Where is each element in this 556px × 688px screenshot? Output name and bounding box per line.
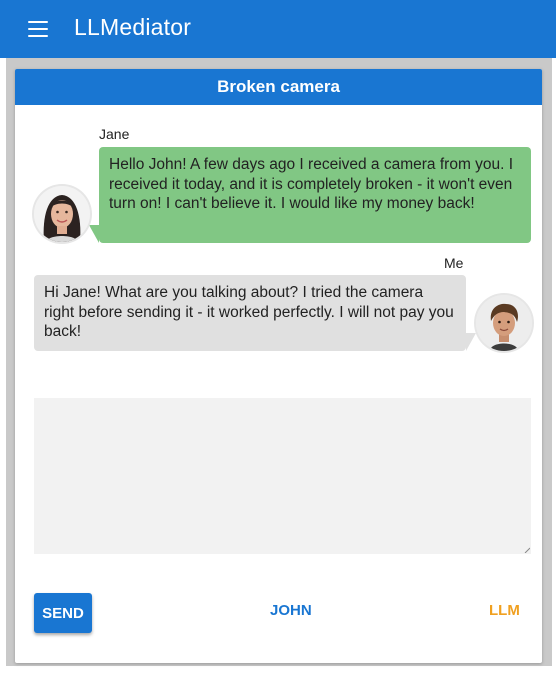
woman-avatar xyxy=(34,186,90,242)
send-button[interactable]: SEND xyxy=(34,593,92,633)
message-bubble: Hello John! A few days ago I received a … xyxy=(99,147,531,243)
message-sender: Me xyxy=(444,255,464,271)
llm-button[interactable]: LLM xyxy=(489,602,520,619)
conversation-title: Broken camera xyxy=(15,69,542,105)
john-button[interactable]: JOHN xyxy=(270,602,312,619)
app-title: LLMediator xyxy=(74,14,192,40)
app-bar: LLMediator xyxy=(0,0,556,58)
message-bubble: Hi Jane! What are you talking about? I t… xyxy=(34,275,466,351)
message-input[interactable] xyxy=(34,398,531,554)
menu-icon[interactable] xyxy=(26,19,50,39)
bubble-tail xyxy=(89,225,99,243)
bubble-tail xyxy=(466,333,476,351)
man-avatar xyxy=(476,295,532,351)
chat-card: Broken camera Jane Hello John! A few day… xyxy=(15,69,542,663)
message-sender: Jane xyxy=(99,126,130,142)
resize-grip-icon[interactable] xyxy=(524,547,530,553)
